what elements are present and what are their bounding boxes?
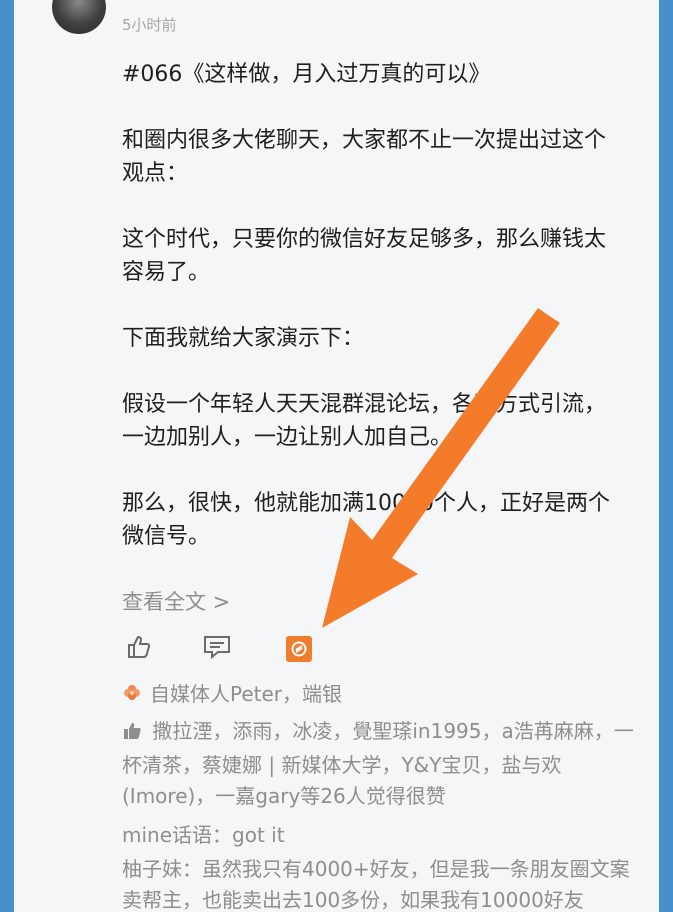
post-body: #066《这样做，月入过万真的可以》 和圈内很多大佬聊天，大家都不止一次提出过这… xyxy=(122,58,622,586)
comment-item[interactable]: 柚子妹：虽然我只有4000+好友，但是我一条朋友圈文案卖帮主，也能卖出去100多… xyxy=(122,854,642,912)
post-time: 5小时前 xyxy=(122,16,177,34)
flower-icon xyxy=(122,683,142,703)
likes-text: 撒拉湮，添雨，冰凌，覺聖瑹in1995，a浩苒麻麻，一杯清茶，蔡婕娜 | 新媒体… xyxy=(122,719,634,808)
left-border xyxy=(0,0,14,912)
share-button[interactable] xyxy=(282,632,316,666)
comment-item[interactable]: mine话语：got it xyxy=(122,820,642,851)
thumbs-up-icon xyxy=(125,633,153,665)
comment-button[interactable] xyxy=(200,632,234,666)
like-button[interactable] xyxy=(122,632,156,666)
post-paragraph: 这个时代，只要你的微信好友足够多，那么赚钱太容易了。 xyxy=(122,227,607,285)
avatar[interactable] xyxy=(52,0,106,34)
likes-row: 撒拉湮，添雨，冰凌，覺聖瑹in1995，a浩苒麻麻，一杯清茶，蔡婕娜 | 新媒体… xyxy=(122,716,642,812)
post-paragraph: 下面我就给大家演示下： xyxy=(122,326,365,351)
comment-icon xyxy=(202,633,232,665)
post-paragraph: 那么，很快，他就能加满10000个人，正好是两个微信号。 xyxy=(122,491,610,549)
read-more-link[interactable]: 查看全文 > xyxy=(122,586,230,616)
favorited-row: 自媒体人Peter，端银 xyxy=(122,678,342,707)
favorited-text: 自媒体人Peter，端银 xyxy=(150,682,343,706)
post-paragraph: 和圈内很多大佬聊天，大家都不止一次提出过这个观点： xyxy=(122,128,607,186)
app-frame: 5小时前 #066《这样做，月入过万真的可以》 和圈内很多大佬聊天，大家都不止一… xyxy=(0,0,673,912)
share-icon xyxy=(286,636,312,662)
action-bar xyxy=(122,632,362,666)
thumbs-up-icon xyxy=(122,719,142,750)
right-border xyxy=(659,0,673,912)
post-paragraph: 假设一个年轻人天天混群混论坛，各种方式引流，一边加别人，一边让别人加自己。 xyxy=(122,392,607,450)
post-paragraph: #066《这样做，月入过万真的可以》 xyxy=(122,62,491,87)
